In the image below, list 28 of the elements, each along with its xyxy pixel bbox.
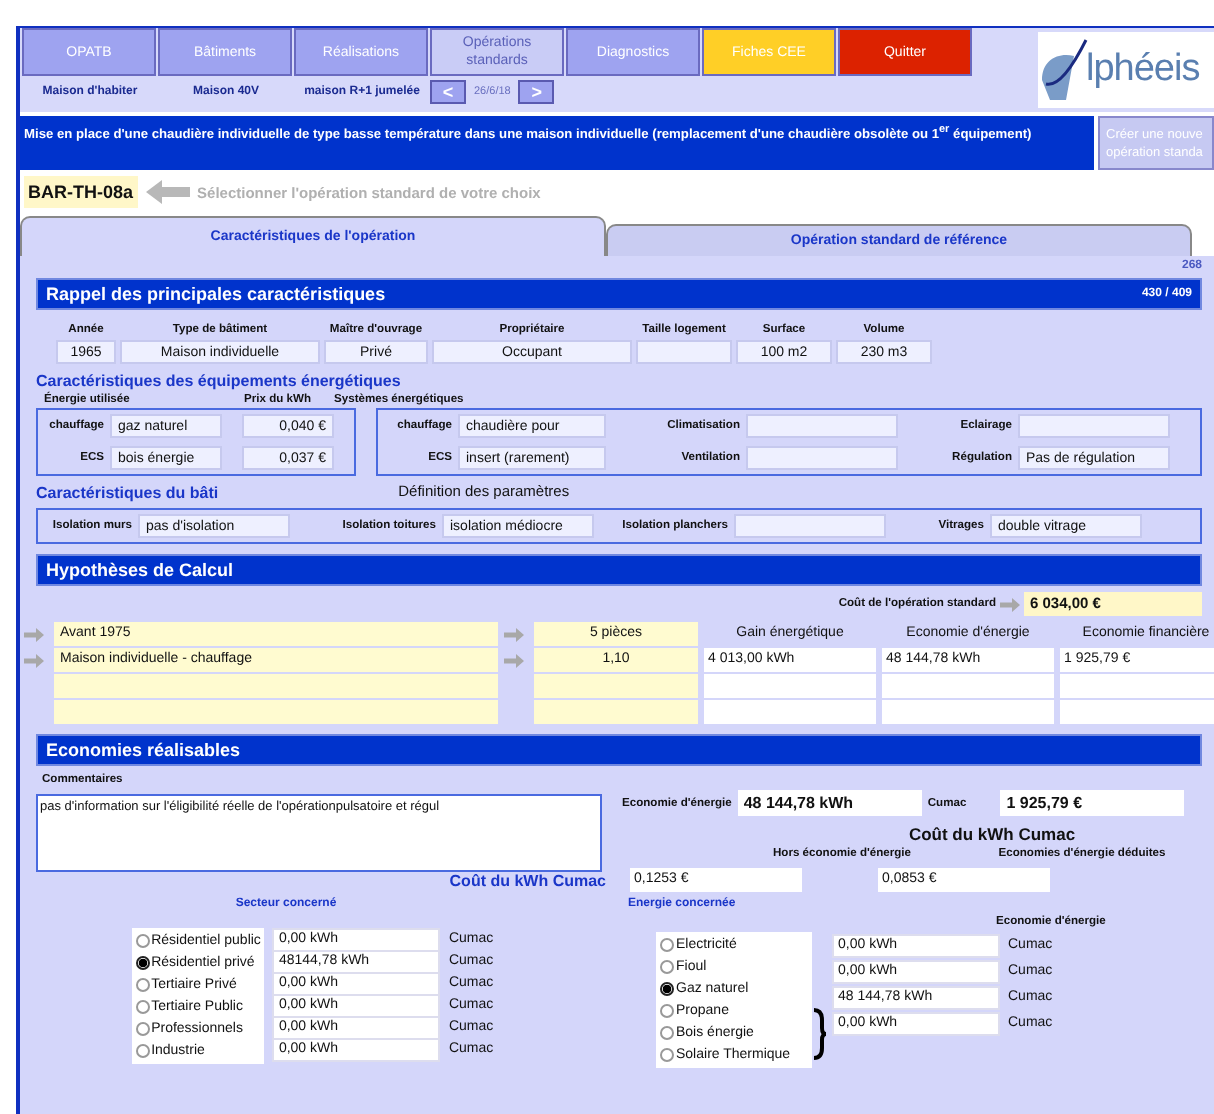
radio-icon[interactable] [135, 1044, 150, 1058]
radio-icon[interactable] [660, 960, 674, 974]
left-arrow-icon [145, 180, 190, 204]
subsection-title: Caractéristiques du bâti [36, 484, 219, 504]
radio-icon[interactable] [660, 938, 674, 952]
radio-icon[interactable] [135, 934, 150, 948]
section-title: Economies réalisables [46, 740, 241, 760]
section-title: Hypothèses de Calcul [46, 560, 234, 580]
section-title: Rappel des principales caractéristiques [46, 284, 386, 304]
brace-icon [812, 1008, 828, 1060]
radio-icon[interactable] [660, 1026, 674, 1040]
cost-label: Coût du kWh Cumac [447, 871, 608, 889]
cost-title: Coût du kWh Cumac [906, 824, 1078, 844]
radio-icon[interactable] [135, 1022, 150, 1036]
radio-icon[interactable] [660, 1004, 674, 1018]
operation-code: BAR-TH-08a [24, 176, 138, 208]
radio-icon[interactable] [135, 978, 150, 992]
radio-icon[interactable] [660, 1048, 674, 1062]
energy-value: 48 144,78 kWh [737, 790, 922, 816]
radio-icon[interactable] [135, 1000, 150, 1014]
subsection-title: Caractéristiques des équipements énergétiques [36, 372, 403, 391]
radio-icon[interactable] [660, 982, 674, 996]
logo-icon [1038, 36, 1090, 104]
radio-icon[interactable] [135, 956, 150, 970]
value-field [636, 340, 732, 364]
arrow-icon [1000, 597, 1020, 611]
logo-text: lphéeis [1086, 48, 1200, 92]
cumac-value: 1 925,79 € [1000, 790, 1185, 816]
